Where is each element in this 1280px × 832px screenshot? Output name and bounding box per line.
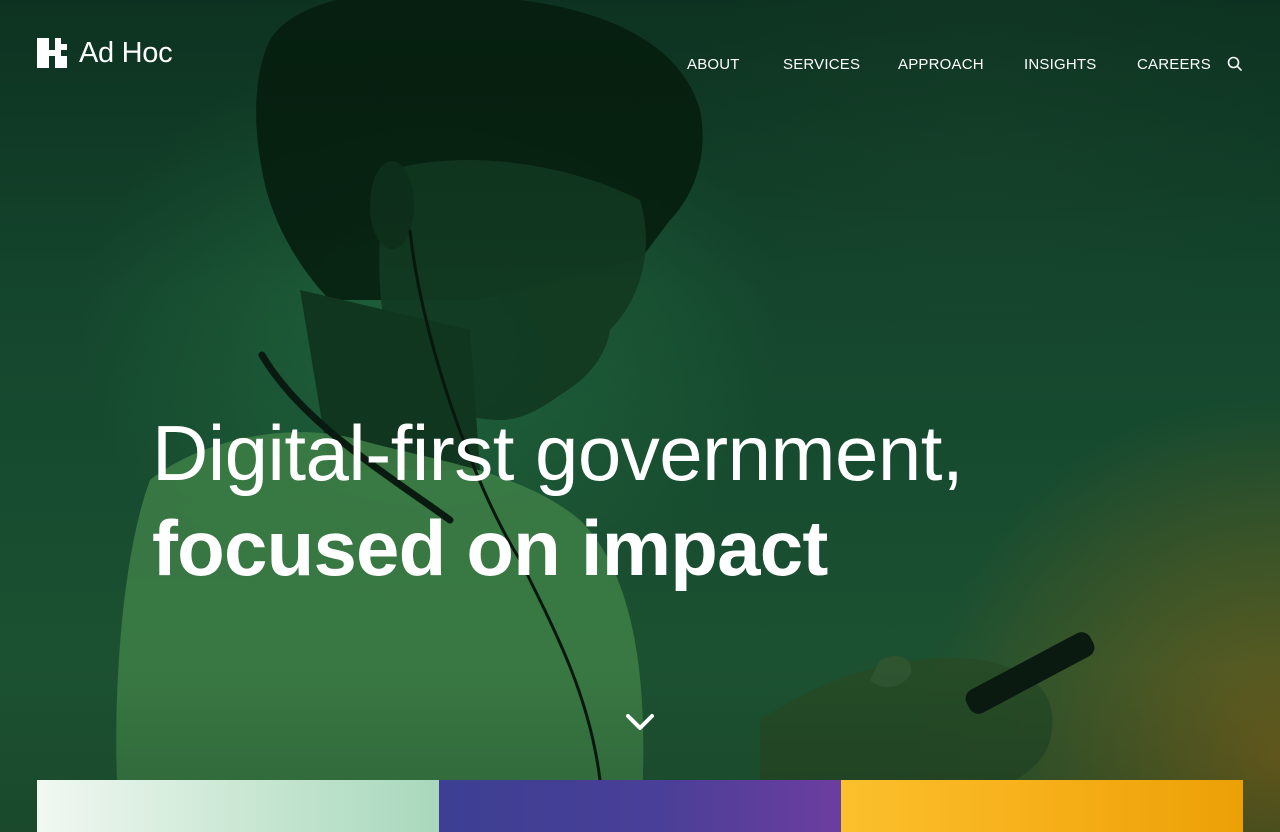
feature-tiles [37, 780, 1243, 832]
feature-tile-green[interactable] [37, 780, 439, 832]
nav-item-careers[interactable]: CAREERS [1137, 54, 1211, 76]
nav-item-about[interactable]: ABOUT [687, 54, 740, 76]
main-nav: ABOUT SERVICES APPROACH INSIGHTS CAREERS [0, 54, 1280, 78]
scroll-down-button[interactable] [624, 710, 656, 736]
nav-item-services[interactable]: SERVICES [783, 54, 860, 76]
hero-headline: Digital-first government, focused on imp… [152, 408, 1152, 598]
search-icon [1227, 56, 1242, 71]
feature-tile-purple[interactable] [439, 780, 841, 832]
headline-bold: focused on impact [152, 504, 828, 592]
hero-section: Ad Hoc ABOUT SERVICES APPROACH INSIGHTS … [0, 0, 1280, 832]
nav-item-approach[interactable]: APPROACH [898, 54, 984, 76]
headline-light: Digital-first government, [152, 409, 964, 497]
feature-tile-yellow[interactable] [841, 780, 1243, 832]
nav-item-insights[interactable]: INSIGHTS [1024, 54, 1096, 76]
chevron-down-icon [626, 714, 654, 730]
search-button[interactable] [1226, 55, 1244, 73]
